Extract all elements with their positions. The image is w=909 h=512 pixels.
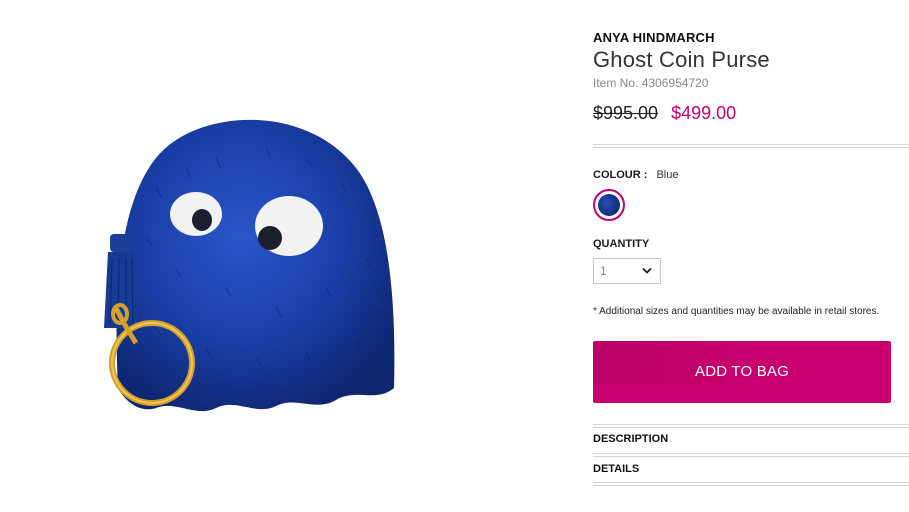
item-number-value: 4306954720 [641,76,709,90]
item-number-label: Item No. [593,76,639,90]
quantity-value: 1 [600,264,607,278]
colour-row: COLOUR : Blue [593,169,678,181]
quantity-select[interactable]: 1 [593,258,661,284]
colour-label: COLOUR : [593,169,648,181]
colour-swatch-blue[interactable] [593,189,625,221]
quantity-label: QUANTITY [593,238,650,250]
availability-note: * Additional sizes and quantities may be… [593,306,880,317]
accordion-description-label: DESCRIPTION [593,433,669,445]
product-image[interactable] [56,8,402,468]
accordion-divider-bottom [593,482,909,486]
original-price: $995.00 [593,103,659,123]
chevron-down-icon [642,267,652,274]
ghost-coin-purse-illustration [104,119,395,412]
swatch-fill [598,194,620,216]
add-to-bag-button[interactable]: ADD TO BAG [593,341,891,403]
price-row: $995.00 $499.00 [593,103,736,124]
price-divider [593,144,909,148]
item-number: Item No. 4306954720 [593,76,708,90]
brand-name[interactable]: ANYA HINDMARCH [593,30,715,45]
add-to-bag-label: ADD TO BAG [695,363,789,380]
accordion-divider-top [593,424,909,428]
accordion-details-label: DETAILS [593,463,640,475]
accordion-divider-mid [593,453,909,457]
product-info-panel: ANYA HINDMARCH Ghost Coin Purse Item No.… [593,0,909,512]
colour-value: Blue [656,169,679,181]
sale-price: $499.00 [671,103,737,123]
product-title: Ghost Coin Purse [593,47,770,72]
